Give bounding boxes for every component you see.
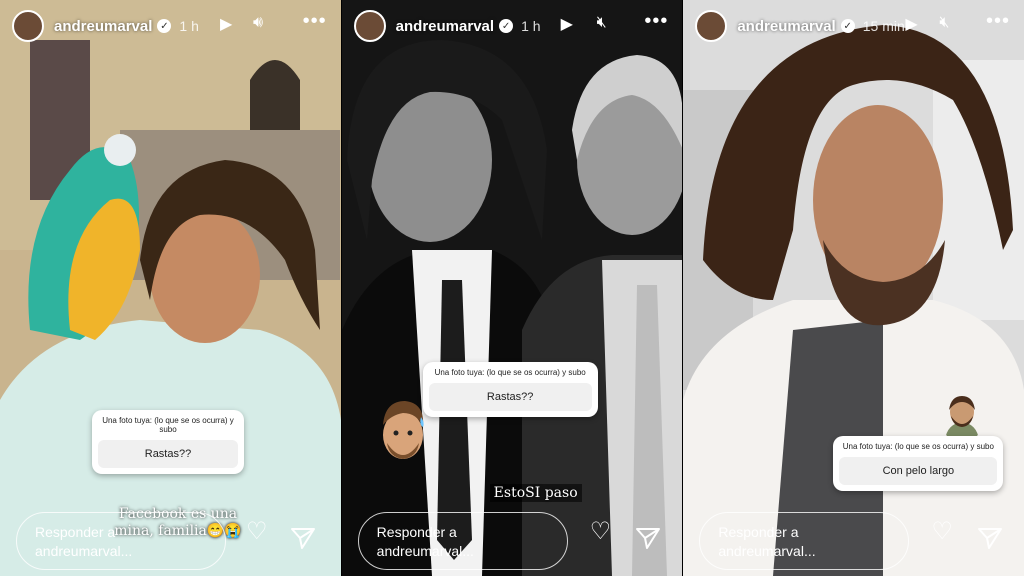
- heart-icon[interactable]: ♡: [931, 517, 953, 546]
- sticker-question: Una foto tuya: (lo que se os ocurra) y s…: [434, 368, 586, 377]
- story-header: andreumarval ✓ 1 h: [342, 0, 683, 52]
- reply-input[interactable]: Responder a andreumarval...: [357, 512, 568, 570]
- avatar[interactable]: [695, 10, 728, 42]
- verified-badge-icon: ✓: [499, 19, 514, 33]
- send-icon[interactable]: [635, 526, 661, 550]
- question-sticker[interactable]: Una foto tuya: (lo que se os ocurra) y s…: [92, 410, 244, 474]
- reply-input[interactable]: Responder a andreumarval...: [16, 512, 226, 570]
- stories-row: andreumarval ✓ 1 h ▶ 🔊︎ ••• Una foto tuy…: [0, 0, 1024, 576]
- play-icon[interactable]: ▶: [561, 14, 573, 34]
- sticker-answer: Rastas??: [428, 383, 592, 411]
- heart-icon[interactable]: ♡: [246, 517, 268, 546]
- avatar[interactable]: [12, 10, 44, 42]
- more-options-icon[interactable]: •••: [986, 10, 1010, 33]
- timestamp: 1 h: [521, 18, 541, 34]
- memoji-sticker-icon: [382, 401, 424, 459]
- story-header: andreumarval ✓ 1 h: [0, 0, 341, 52]
- story-photo-1: [0, 0, 341, 576]
- username[interactable]: andreumarval: [396, 18, 494, 35]
- sticker-question: Una foto tuya: (lo que se os ocurra) y s…: [102, 416, 234, 434]
- more-options-icon[interactable]: •••: [644, 10, 668, 33]
- story-panel-2[interactable]: andreumarval ✓ 1 h ▶ 🔇︎ ••• Una foto tuy…: [341, 0, 683, 576]
- send-icon[interactable]: [977, 526, 1003, 550]
- timestamp: 15 min: [862, 18, 905, 34]
- question-sticker[interactable]: Una foto tuya: (lo que se os ocurra) y s…: [833, 436, 1004, 491]
- story-panel-1[interactable]: andreumarval ✓ 1 h ▶ 🔊︎ ••• Una foto tuy…: [0, 0, 341, 576]
- sticker-question: Una foto tuya: (lo que se os ocurra) y s…: [842, 442, 994, 451]
- muted-speaker-icon[interactable]: 🔇︎: [597, 14, 607, 32]
- play-icon[interactable]: ▶: [220, 14, 232, 34]
- story-caption: EstoSI paso: [489, 484, 582, 502]
- more-options-icon[interactable]: •••: [303, 10, 327, 33]
- send-icon[interactable]: [290, 526, 316, 550]
- verified-badge-icon: ✓: [840, 19, 855, 33]
- story-panel-3[interactable]: andreumarval ✓ 15 min ▶ 🔇︎ ••• Una foto …: [683, 0, 1024, 576]
- sticker-answer: Con pelo largo: [839, 457, 998, 485]
- verified-badge-icon: ✓: [157, 19, 172, 33]
- story-header: andreumarval ✓ 15 min: [683, 0, 1024, 52]
- sticker-answer: Rastas??: [98, 440, 238, 468]
- question-sticker[interactable]: Una foto tuya: (lo que se os ocurra) y s…: [422, 362, 598, 417]
- speaker-icon[interactable]: 🔊︎: [253, 14, 263, 32]
- timestamp: 1 h: [179, 18, 199, 34]
- reply-input[interactable]: Responder a andreumarval...: [699, 512, 910, 570]
- heart-icon[interactable]: ♡: [590, 517, 612, 546]
- avatar[interactable]: [353, 10, 386, 42]
- muted-speaker-icon[interactable]: 🔇︎: [939, 14, 949, 32]
- username[interactable]: andreumarval: [737, 18, 835, 35]
- play-icon[interactable]: ▶: [905, 14, 917, 34]
- username[interactable]: andreumarval: [54, 18, 152, 35]
